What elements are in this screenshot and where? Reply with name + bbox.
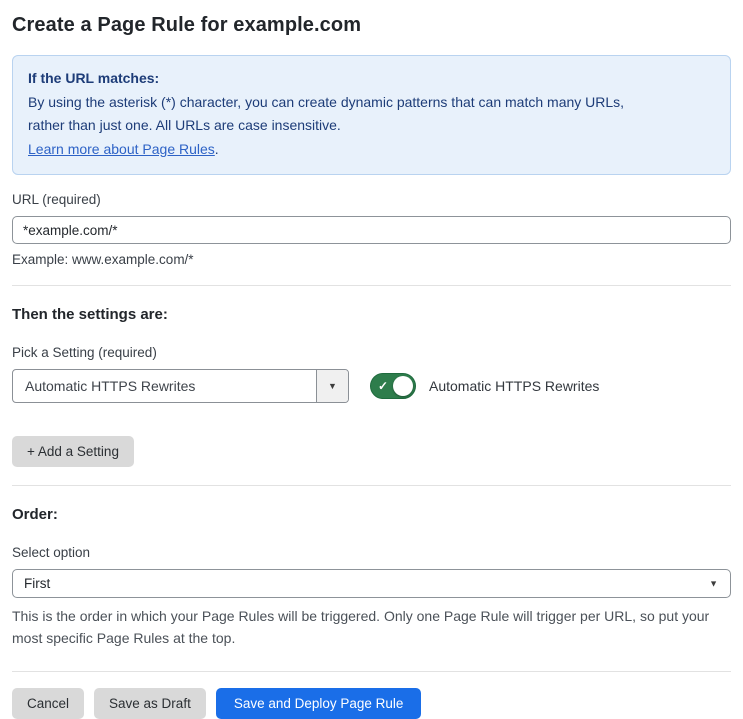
- info-box-body-line-2: rather than just one. All URLs are case …: [28, 117, 341, 134]
- setting-picker-dropdown[interactable]: Automatic HTTPS Rewrites ▼: [12, 369, 349, 404]
- divider: [12, 285, 731, 287]
- url-input[interactable]: [12, 216, 731, 245]
- divider: [12, 485, 731, 487]
- learn-more-link[interactable]: Learn more about Page Rules: [28, 141, 215, 157]
- cancel-button[interactable]: Cancel: [12, 688, 85, 719]
- create-page-rule-form: Create a Page Rule for example.com If th…: [0, 14, 743, 719]
- info-box-link-row: Learn more about Page Rules.: [28, 138, 715, 162]
- order-select-value: First: [24, 576, 51, 592]
- footer-actions: Cancel Save as Draft Save and Deploy Pag…: [12, 688, 731, 719]
- info-box-heading: If the URL matches:: [28, 70, 160, 86]
- url-match-info-box: If the URL matches: By using the asteris…: [12, 55, 731, 176]
- save-as-draft-button[interactable]: Save as Draft: [94, 688, 206, 719]
- caret-down-icon: ▼: [328, 380, 337, 391]
- url-example-helper: Example: www.example.com/*: [12, 252, 194, 268]
- add-setting-button[interactable]: + Add a Setting: [12, 436, 134, 468]
- info-box-body-line-1: By using the asterisk (*) character, you…: [28, 93, 625, 110]
- toggle-label: Automatic HTTPS Rewrites: [429, 378, 600, 395]
- link-suffix: .: [214, 140, 219, 157]
- order-select-dropdown[interactable]: First ▼: [12, 569, 731, 599]
- order-helper-text: This is the order in which your Page Rul…: [12, 608, 710, 646]
- check-icon: ✓: [378, 378, 389, 393]
- page-title: Create a Page Rule for example.com: [12, 14, 362, 36]
- settings-section-heading: Then the settings are:: [12, 306, 168, 324]
- setting-row: Automatic HTTPS Rewrites ▼ ✓ Automatic H…: [12, 369, 731, 404]
- automatic-https-rewrites-toggle[interactable]: ✓: [370, 373, 416, 400]
- caret-down-icon: ▼: [709, 578, 718, 589]
- setting-picker-caret-button[interactable]: ▼: [316, 370, 348, 403]
- divider: [12, 671, 731, 673]
- url-field-label: URL (required): [12, 192, 101, 208]
- order-select-label: Select option: [12, 545, 91, 561]
- pick-setting-label: Pick a Setting (required): [12, 345, 157, 361]
- setting-picker-value: Automatic HTTPS Rewrites: [25, 378, 196, 395]
- save-and-deploy-button[interactable]: Save and Deploy Page Rule: [215, 688, 422, 719]
- toggle-knob: [393, 376, 413, 397]
- order-section-heading: Order:: [12, 506, 58, 524]
